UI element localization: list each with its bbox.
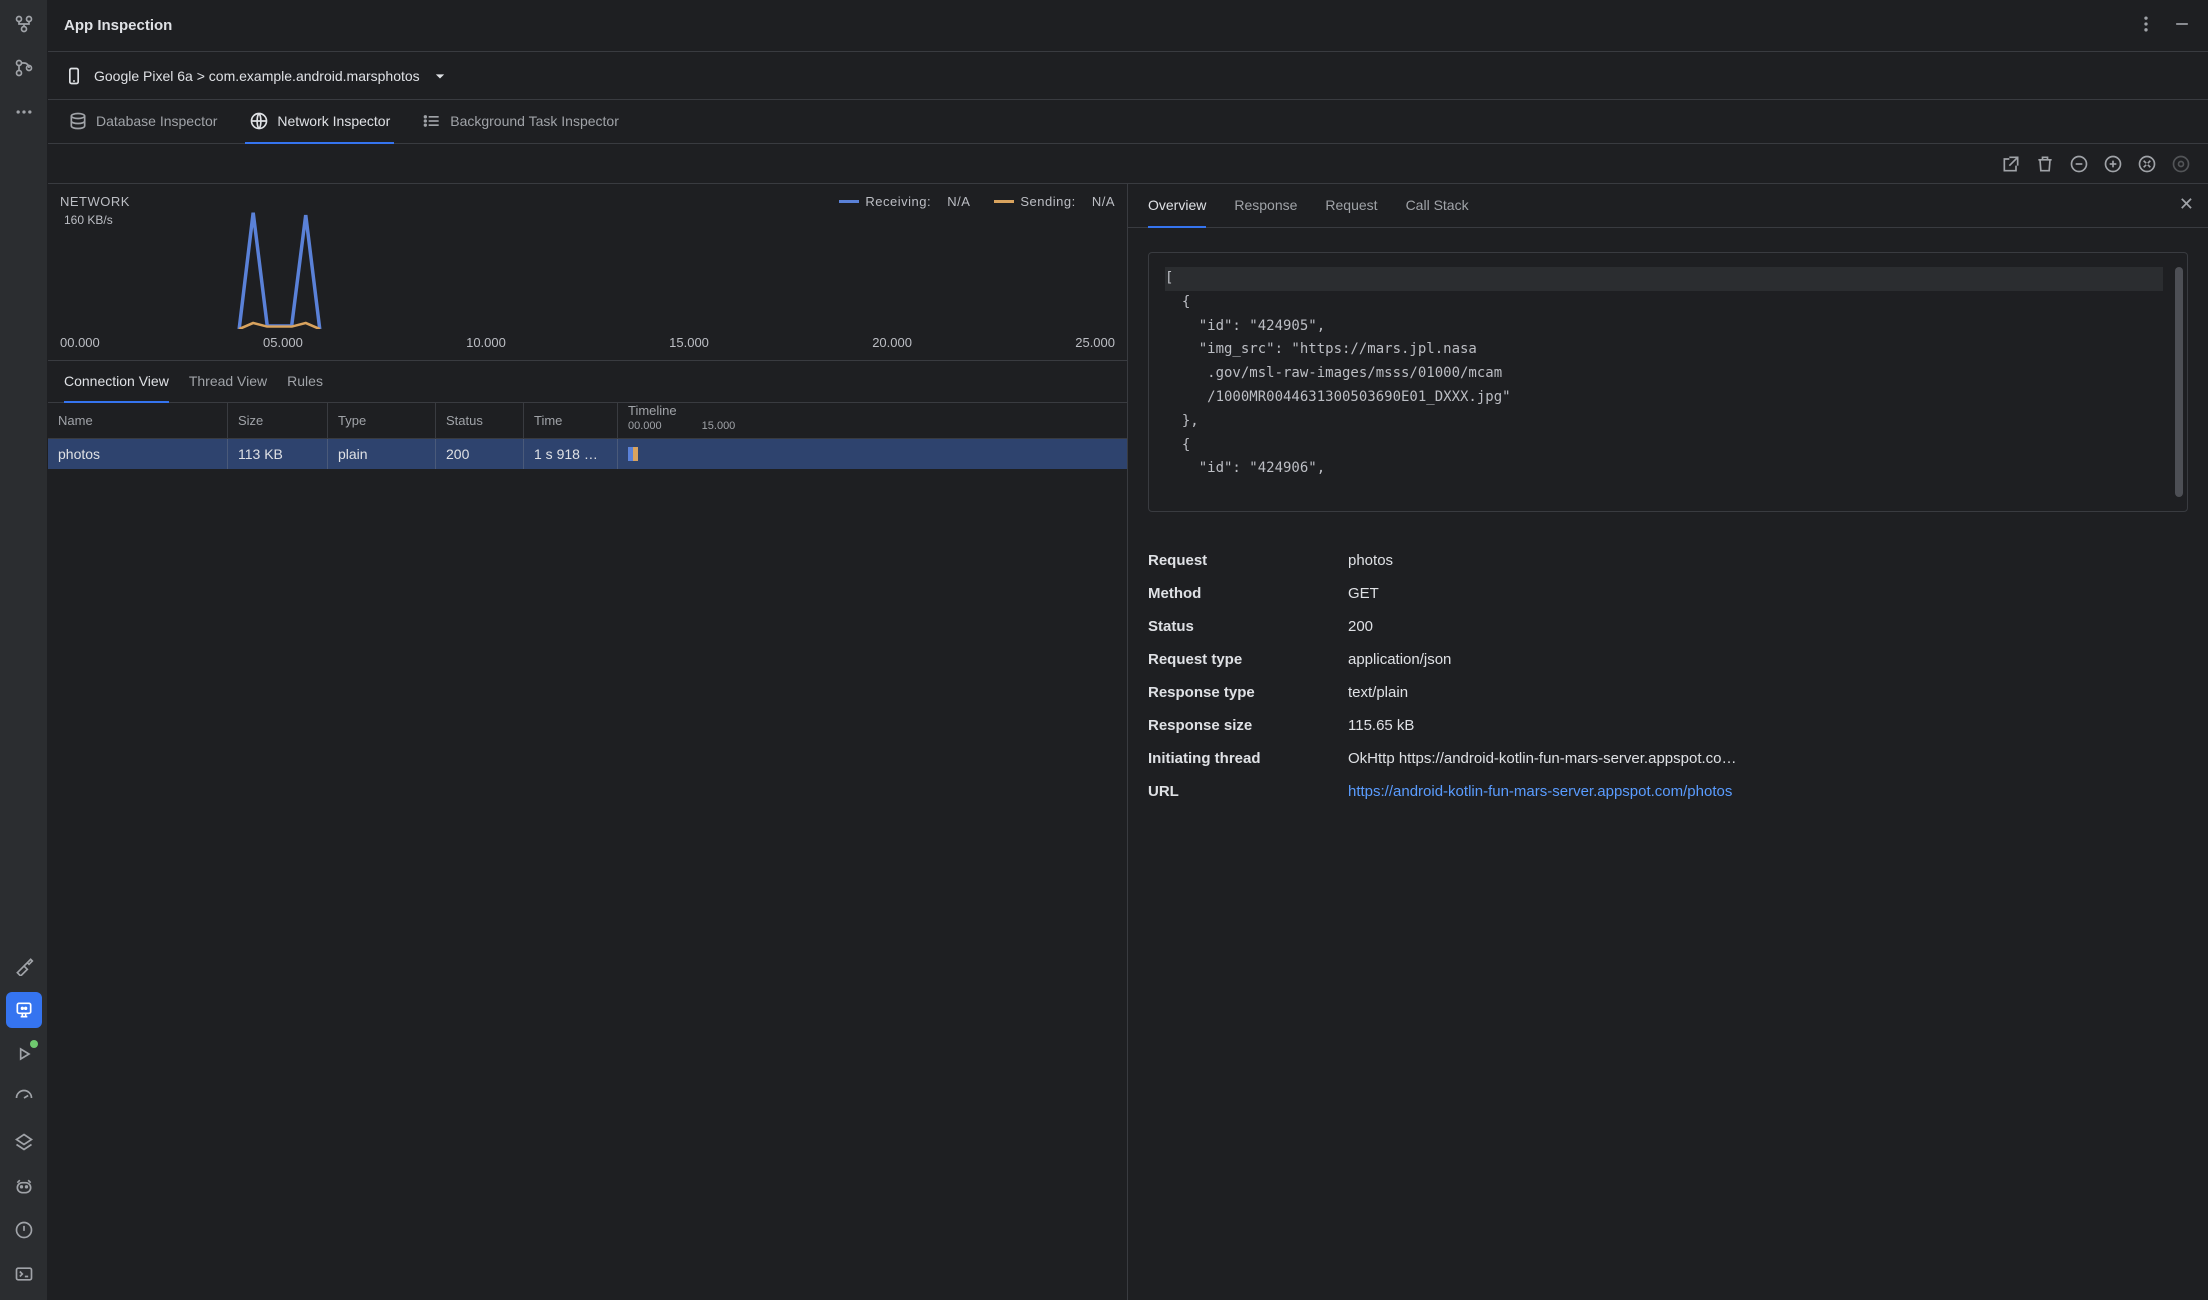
- device-selector[interactable]: Google Pixel 6a > com.example.android.ma…: [48, 52, 2208, 100]
- chart-title: NETWORK: [60, 194, 130, 209]
- phone-icon: [64, 66, 84, 86]
- more-icon[interactable]: [6, 94, 42, 130]
- table-row[interactable]: photos 113 KB plain 200 1 s 918 …: [48, 439, 1127, 469]
- timeline-bar: [628, 447, 638, 461]
- paint-icon[interactable]: [6, 948, 42, 984]
- tab-background-task-inspector[interactable]: Background Task Inspector: [418, 100, 623, 144]
- timeline-pane: NETWORK Receiving: N/A Sending: N/A: [48, 184, 1128, 1300]
- structure-icon[interactable]: [6, 6, 42, 42]
- content-split: NETWORK Receiving: N/A Sending: N/A: [48, 184, 2208, 1300]
- tab-rules[interactable]: Rules: [287, 361, 323, 403]
- network-chart: NETWORK Receiving: N/A Sending: N/A: [48, 184, 1127, 361]
- logcat-icon[interactable]: [6, 1168, 42, 1204]
- col-status[interactable]: Status: [436, 403, 524, 438]
- tab-thread-view[interactable]: Thread View: [189, 361, 267, 403]
- app-inspection-icon[interactable]: [6, 992, 42, 1028]
- inspector-tabs: Database Inspector Network Inspector Bac…: [48, 100, 2208, 144]
- tab-network-inspector[interactable]: Network Inspector: [245, 100, 394, 144]
- tab-request[interactable]: Request: [1325, 184, 1377, 228]
- legend-receiving: Receiving: N/A: [839, 194, 970, 209]
- database-icon: [68, 111, 88, 131]
- problems-icon[interactable]: [6, 1212, 42, 1248]
- tab-database-inspector[interactable]: Database Inspector: [64, 100, 221, 144]
- trash-icon[interactable]: [2034, 153, 2056, 175]
- tab-label: Background Task Inspector: [450, 113, 619, 129]
- chevron-down-icon: [430, 66, 450, 86]
- app-quality-icon[interactable]: [6, 1124, 42, 1160]
- left-tool-rail: [0, 0, 48, 1300]
- tab-call-stack[interactable]: Call Stack: [1406, 184, 1469, 228]
- legend-sending: Sending: N/A: [994, 194, 1115, 209]
- terminal-icon[interactable]: [6, 1256, 42, 1292]
- minimize-icon[interactable]: [2172, 14, 2192, 38]
- zoom-out-icon[interactable]: [2068, 153, 2090, 175]
- col-time[interactable]: Time: [524, 403, 618, 438]
- tab-overview[interactable]: Overview: [1148, 184, 1206, 228]
- xaxis: 00.000 05.000 10.000 15.000 20.000 25.00…: [60, 329, 1115, 360]
- close-icon[interactable]: ✕: [2179, 194, 2194, 215]
- url-link[interactable]: https://android-kotlin-fun-mars-server.a…: [1348, 783, 2188, 800]
- main-area: App Inspection Google Pixel 6a > com.exa…: [48, 0, 2208, 1300]
- profiler-icon[interactable]: [6, 1080, 42, 1116]
- git-icon[interactable]: [6, 50, 42, 86]
- view-tabs: Connection View Thread View Rules: [48, 361, 1127, 403]
- kebab-icon[interactable]: [2136, 14, 2156, 38]
- overview-details: Requestphotos MethodGET Status200 Reques…: [1128, 536, 2208, 816]
- zoom-in-icon[interactable]: [2102, 153, 2124, 175]
- col-size[interactable]: Size: [228, 403, 328, 438]
- col-type[interactable]: Type: [328, 403, 436, 438]
- reset-icon[interactable]: [2170, 153, 2192, 175]
- fit-icon[interactable]: [2136, 153, 2158, 175]
- detail-pane: Overview Response Request Call Stack ✕ […: [1128, 184, 2208, 1300]
- list-icon: [422, 111, 442, 131]
- response-preview[interactable]: [ { "id": "424905", "img_src": "https://…: [1148, 252, 2188, 512]
- tab-label: Database Inspector: [96, 113, 217, 129]
- run-icon[interactable]: [6, 1036, 42, 1072]
- detail-tabs: Overview Response Request Call Stack ✕: [1128, 184, 2208, 228]
- panel-title: App Inspection: [64, 17, 172, 34]
- tab-label: Network Inspector: [277, 113, 390, 129]
- tab-response[interactable]: Response: [1234, 184, 1297, 228]
- toolbar: [48, 144, 2208, 184]
- tab-connection-view[interactable]: Connection View: [64, 361, 169, 403]
- col-name[interactable]: Name: [48, 403, 228, 438]
- export-icon[interactable]: [2000, 153, 2022, 175]
- table-header: Name Size Type Status Time Timeline 00.0…: [48, 403, 1127, 439]
- titlebar: App Inspection: [48, 0, 2208, 52]
- col-timeline[interactable]: Timeline 00.000 15.000: [618, 403, 1127, 438]
- globe-icon: [249, 111, 269, 131]
- breadcrumb-text: Google Pixel 6a > com.example.android.ma…: [94, 68, 420, 84]
- chart-svg: [64, 209, 1115, 329]
